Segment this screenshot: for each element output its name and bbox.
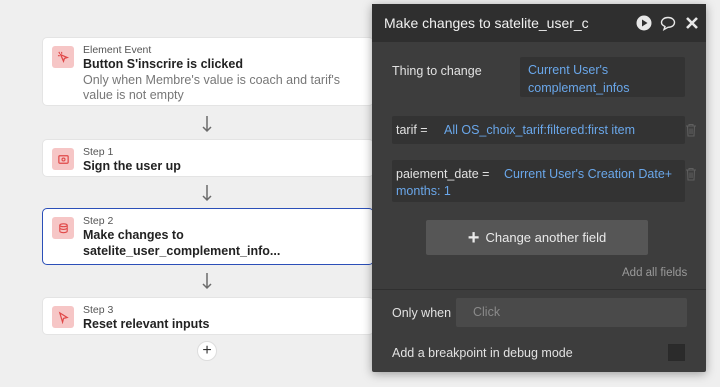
tarif-field-name: tarif = bbox=[396, 123, 428, 137]
add-step-button[interactable]: + bbox=[197, 341, 217, 361]
thing-to-change-field[interactable]: Current User's complement_infos bbox=[520, 57, 685, 97]
step-3-card[interactable]: Step 3 Reset relevant inputs bbox=[42, 297, 374, 335]
paiement-date-value-line2: months: 1 bbox=[396, 184, 451, 198]
event-title: Button S'inscrire is clicked bbox=[83, 57, 243, 71]
arrow-down-icon bbox=[202, 185, 212, 202]
panel-header: Make changes to satelite_user_c bbox=[372, 4, 706, 42]
paiement-date-value-line1: Current User's Creation Date+ bbox=[504, 167, 673, 181]
panel-divider bbox=[372, 289, 706, 290]
comment-icon[interactable] bbox=[660, 15, 676, 31]
thing-value-line1: Current User's bbox=[528, 63, 609, 77]
thing-to-change-label: Thing to change bbox=[392, 64, 482, 78]
panel-title: Make changes to satelite_user_c bbox=[384, 15, 589, 31]
step-2-title-line1: Make changes to bbox=[83, 228, 184, 242]
cursor-click-icon bbox=[52, 46, 74, 68]
arrow-down-icon bbox=[202, 273, 212, 290]
arrow-down-icon bbox=[202, 116, 212, 133]
paiement-date-field-name: paiement_date = bbox=[396, 167, 490, 181]
event-card[interactable]: Element Event Button S'inscrire is click… bbox=[42, 37, 374, 106]
change-another-field-button[interactable]: + Change another field bbox=[426, 220, 648, 255]
step-1-label: Step 1 bbox=[83, 146, 114, 158]
paiement-date-field-row[interactable]: paiement_date = Current User's Creation … bbox=[392, 160, 685, 202]
event-condition-line1: Only when Membre's value is coach and ta… bbox=[83, 72, 340, 87]
breakpoint-checkbox[interactable] bbox=[668, 344, 685, 361]
tarif-field-value: All OS_choix_tarif:filtered:first item bbox=[444, 123, 636, 137]
step-1-card[interactable]: Step 1 Sign the user up bbox=[42, 139, 374, 177]
only-when-input[interactable]: Click bbox=[456, 298, 687, 327]
close-icon[interactable] bbox=[684, 15, 700, 31]
add-all-fields-link[interactable]: Add all fields bbox=[622, 267, 687, 279]
pointer-reset-icon bbox=[52, 306, 74, 328]
plus-icon: + bbox=[467, 226, 480, 249]
step-3-title: Reset relevant inputs bbox=[83, 317, 210, 331]
breakpoint-label: Add a breakpoint in debug mode bbox=[392, 346, 573, 360]
event-kind: Element Event bbox=[83, 44, 152, 56]
step-1-title: Sign the user up bbox=[83, 159, 181, 173]
step-3-label: Step 3 bbox=[83, 304, 114, 316]
trash-icon[interactable] bbox=[685, 167, 697, 181]
trash-icon[interactable] bbox=[685, 123, 697, 137]
step-2-card[interactable]: Step 2 Make changes to satelite_user_com… bbox=[42, 208, 374, 265]
tarif-field-row[interactable]: tarif = All OS_choix_tarif:filtered:firs… bbox=[392, 116, 685, 144]
database-icon bbox=[52, 217, 74, 239]
change-another-field-label: Change another field bbox=[485, 230, 607, 245]
thing-value-line2: complement_infos bbox=[528, 81, 630, 95]
play-icon[interactable] bbox=[636, 15, 652, 31]
only-when-label: Only when bbox=[392, 306, 452, 320]
step-2-label: Step 2 bbox=[83, 215, 114, 227]
user-signup-icon bbox=[52, 148, 74, 170]
event-condition-line2: value is not empty bbox=[83, 88, 184, 102]
step-2-title-line2: satelite_user_complement_info... bbox=[83, 243, 281, 258]
only-when-placeholder: Click bbox=[473, 305, 501, 319]
